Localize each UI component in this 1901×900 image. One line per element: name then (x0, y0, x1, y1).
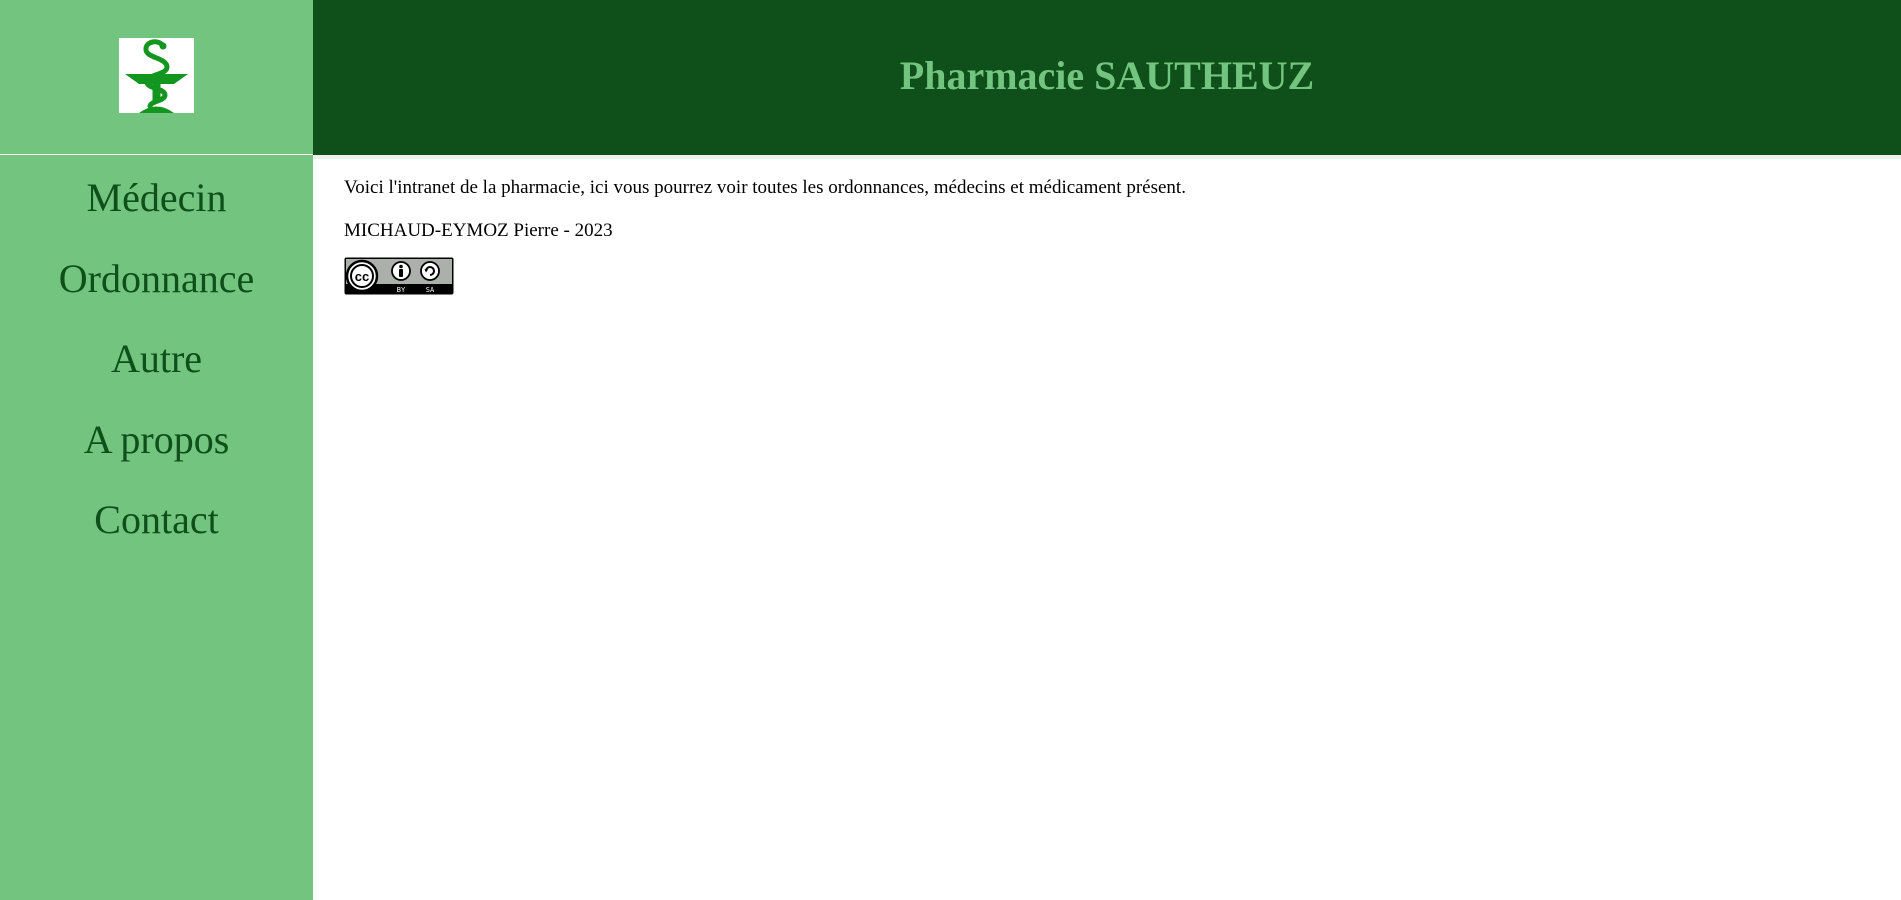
intro-text: Voici l'intranet de la pharmacie, ici vo… (344, 177, 1186, 198)
pharmacy-caduceus-icon[interactable] (119, 38, 194, 113)
cc-by-sa-icon[interactable]: cc BY SA (344, 257, 454, 295)
page-header: Pharmacie SAUTHEUZ (313, 0, 1901, 155)
header-divider (313, 155, 1901, 159)
cc-sa-label: SA (426, 286, 435, 294)
sidebar-nav: Médecin Ordonnance Autre A propos Contac… (0, 158, 313, 561)
author-line: MICHAUD-EYMOZ Pierre - 2023 (344, 220, 613, 241)
page: Médecin Ordonnance Autre A propos Contac… (0, 0, 1901, 900)
main-content: Voici l'intranet de la pharmacie, ici vo… (344, 176, 1864, 295)
sidebar-item-a-propos[interactable]: A propos (0, 400, 313, 481)
sidebar-item-contact[interactable]: Contact (0, 480, 313, 561)
page-title: Pharmacie SAUTHEUZ (899, 53, 1315, 98)
cc-by-label: BY (397, 286, 406, 294)
sidebar: Médecin Ordonnance Autre A propos Contac… (0, 0, 313, 900)
sidebar-item-medecin[interactable]: Médecin (0, 158, 313, 239)
logo-area (0, 0, 313, 155)
svg-text:cc: cc (355, 269, 369, 284)
sidebar-item-autre[interactable]: Autre (0, 319, 313, 400)
sidebar-item-ordonnance[interactable]: Ordonnance (0, 239, 313, 320)
